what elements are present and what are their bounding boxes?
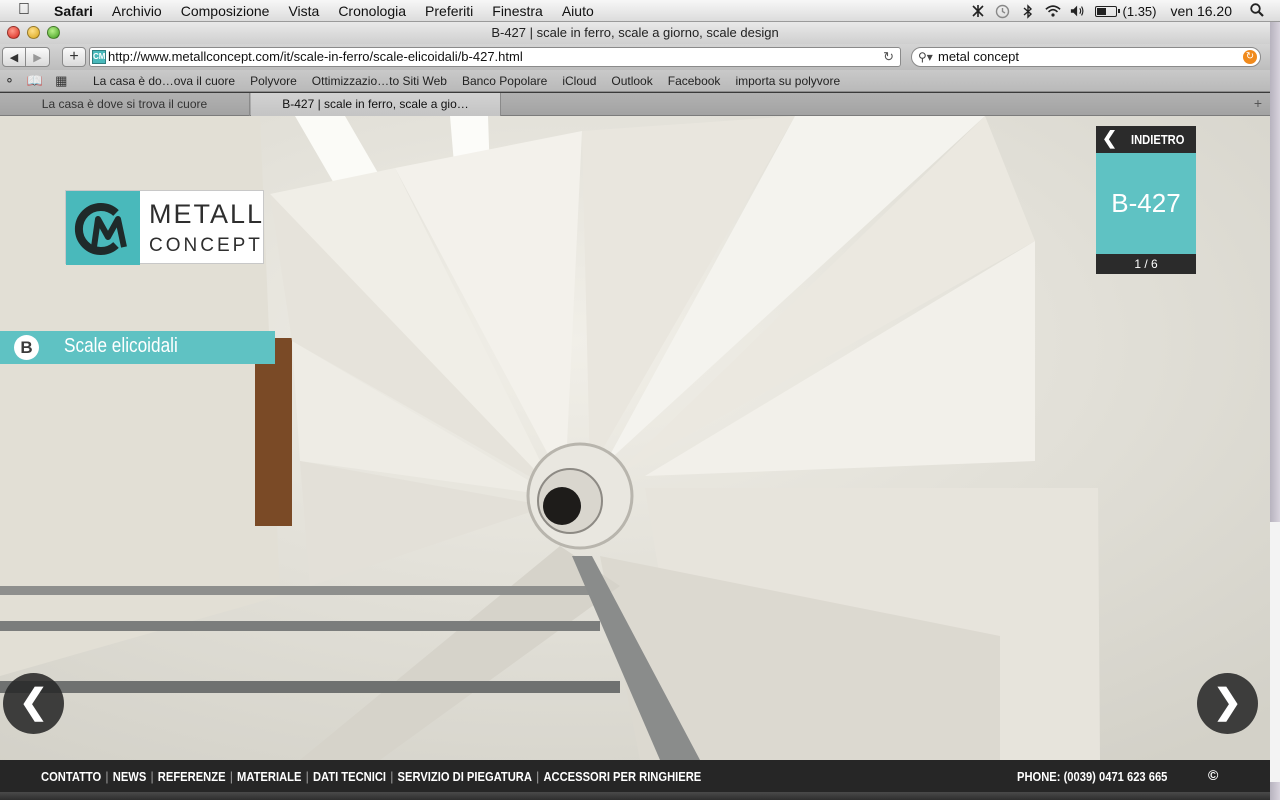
bookmark-item[interactable]: Facebook xyxy=(668,74,721,88)
app-menu: Safari Archivio Composizione Vista Crono… xyxy=(54,3,613,19)
minimize-window-button[interactable] xyxy=(27,26,40,39)
back-button[interactable]: ◀ xyxy=(2,47,26,67)
menu-clock[interactable]: ven 16.20 xyxy=(1171,3,1233,19)
next-slide-button[interactable]: ❯ xyxy=(1197,673,1258,734)
search-value: metal concept xyxy=(938,49,1019,64)
bluetooth-icon[interactable] xyxy=(1020,3,1036,19)
product-info-box: ❮ INDIETRO B-427 1 / 6 xyxy=(1096,126,1196,274)
bookmarks-bar: ⚬ 📖 ▦ La casa è do…ova il cuore Polyvore… xyxy=(0,70,1270,92)
chevron-left-icon: ❮ xyxy=(19,683,48,721)
footer-link-dati-tecnici[interactable]: DATI TECNICI xyxy=(313,769,386,784)
footer-nav: CONTATTO | NEWS | REFERENZE | MATERIALE | DATI T… xyxy=(41,769,702,784)
time-machine-icon[interactable] xyxy=(995,3,1011,19)
bookmark-item[interactable]: Ottimizzazio…to Siti Web xyxy=(312,74,447,88)
footer-link-contatto[interactable]: CONTATTO xyxy=(41,769,101,784)
bookmarks-book-icon[interactable]: 📖 xyxy=(27,73,43,89)
search-clear-icon[interactable]: ↻ xyxy=(1243,50,1257,64)
bookmark-item[interactable]: Polyvore xyxy=(250,74,297,88)
brand-name-primary: METALL xyxy=(149,199,265,229)
new-tab-plus-icon[interactable]: + xyxy=(1254,95,1262,111)
close-window-button[interactable] xyxy=(7,26,20,39)
tab-label: La casa è dove si trova il cuore xyxy=(41,97,208,111)
site-favicon-icon: CM xyxy=(92,50,106,64)
menu-vista[interactable]: Vista xyxy=(288,3,319,19)
desktop-edge xyxy=(1270,22,1280,800)
menu-aiuto[interactable]: Aiuto xyxy=(562,3,594,19)
battery-icon[interactable] xyxy=(1094,5,1120,17)
bookmark-item[interactable]: Outlook xyxy=(611,74,652,88)
footer-link-servizio-piegatura[interactable]: SERVIZIO DI PIEGATURA xyxy=(398,769,532,784)
tab-label: B-427 | scale in ferro, scale a gio… xyxy=(282,97,469,111)
address-text: http://www.metallconcept.com/it/scale-in… xyxy=(108,49,523,64)
previous-slide-button[interactable]: ❮ xyxy=(3,673,64,734)
back-label: INDIETRO xyxy=(1131,132,1185,147)
cm-monogram-icon xyxy=(66,191,140,265)
zoom-window-button[interactable] xyxy=(47,26,60,39)
forward-arrow-icon: ▶ xyxy=(33,51,42,64)
menu-cronologia[interactable]: Cronologia xyxy=(338,3,406,19)
footer-link-materiale[interactable]: MATERIALE xyxy=(237,769,301,784)
tab-b427[interactable]: B-427 | scale in ferro, scale a gio… xyxy=(251,93,501,116)
battery-time: (1.35) xyxy=(1122,3,1157,19)
top-sites-grid-icon[interactable]: ▦ xyxy=(55,73,67,89)
search-field[interactable]: ⚲▾ metal concept ↻ xyxy=(911,47,1261,67)
chevron-left-icon: ❮ xyxy=(1102,128,1118,148)
tab-casa[interactable]: La casa è dove si trova il cuore xyxy=(0,93,250,116)
address-bar[interactable]: CM http://www.metallconcept.com/it/scale… xyxy=(89,47,901,67)
menu-safari[interactable]: Safari xyxy=(54,3,93,19)
menu-archivio[interactable]: Archivio xyxy=(112,3,162,19)
footer-link-accessori[interactable]: ACCESSORI PER RINGHIERE xyxy=(543,769,701,784)
search-magnifier-icon: ⚲▾ xyxy=(918,50,933,64)
browser-toolbar: ◀ ▶ + CM http://www.metallconcept.com/it… xyxy=(0,44,1270,70)
metallconcept-logo[interactable]: METALL CONCEPT xyxy=(65,190,265,265)
apple-logo-icon[interactable]:  xyxy=(18,1,30,19)
back-button[interactable]: ❮ INDIETRO xyxy=(1096,126,1196,153)
add-bookmark-button[interactable]: + xyxy=(62,47,86,67)
slide-counter: 1 / 6 xyxy=(1096,254,1196,274)
category-letter: B xyxy=(14,335,39,360)
reading-list-icon[interactable]: ⚬ xyxy=(4,73,15,89)
site-footer: CONTATTO | NEWS | REFERENZE | MATERIALE | DATI T… xyxy=(0,760,1270,792)
bookmark-item[interactable]: importa su polyvore xyxy=(735,74,840,88)
bookmark-item[interactable]: iCloud xyxy=(562,74,596,88)
category-badge[interactable]: B Scale elicoidali xyxy=(0,331,275,364)
menu-finestra[interactable]: Finestra xyxy=(492,3,543,19)
footer-phone: PHONE: (0039) 0471 623 665 xyxy=(1017,769,1168,784)
reload-icon[interactable]: ↻ xyxy=(883,48,894,66)
window-title: B-427 | scale in ferro, scale a giorno, … xyxy=(491,25,779,40)
brand-name-secondary: CONCEPT xyxy=(149,235,263,256)
chevron-right-icon: ❯ xyxy=(1213,683,1242,721)
forward-button[interactable]: ▶ xyxy=(25,47,50,67)
volume-icon[interactable] xyxy=(1070,3,1086,19)
window-title-bar: B-427 | scale in ferro, scale a giorno, … xyxy=(0,22,1270,44)
status-menus: (1.35) ven 16.20 xyxy=(970,2,1280,20)
bookmarks-bar-icons: ⚬ 📖 ▦ xyxy=(4,73,79,89)
plus-icon: + xyxy=(69,48,79,65)
back-arrow-icon: ◀ xyxy=(9,51,19,64)
footer-link-referenze[interactable]: REFERENZE xyxy=(158,769,226,784)
wifi-icon[interactable] xyxy=(1044,3,1061,19)
web-page: METALL CONCEPT B Scale elicoidali ❮ INDI… xyxy=(0,116,1270,760)
window-bottom-edge xyxy=(0,792,1270,800)
background-window xyxy=(1270,522,1280,782)
satellite-icon[interactable] xyxy=(970,3,986,19)
bookmark-item[interactable]: Banco Popolare xyxy=(462,74,547,88)
spotlight-search-icon[interactable] xyxy=(1250,2,1264,20)
bookmark-links: La casa è do…ova il cuore Polyvore Ottim… xyxy=(93,74,855,88)
category-label: Scale elicoidali xyxy=(64,335,178,357)
menu-bar:  Safari Archivio Composizione Vista Cro… xyxy=(0,0,1280,22)
bookmark-item[interactable]: La casa è do…ova il cuore xyxy=(93,74,235,88)
tab-bar: La casa è dove si trova il cuore B-427 |… xyxy=(0,93,1270,116)
copyright-icon[interactable]: © xyxy=(1208,767,1218,783)
menu-composizione[interactable]: Composizione xyxy=(181,3,270,19)
footer-link-news[interactable]: NEWS xyxy=(113,769,147,784)
product-code: B-427 xyxy=(1096,153,1196,254)
menu-preferiti[interactable]: Preferiti xyxy=(425,3,473,19)
